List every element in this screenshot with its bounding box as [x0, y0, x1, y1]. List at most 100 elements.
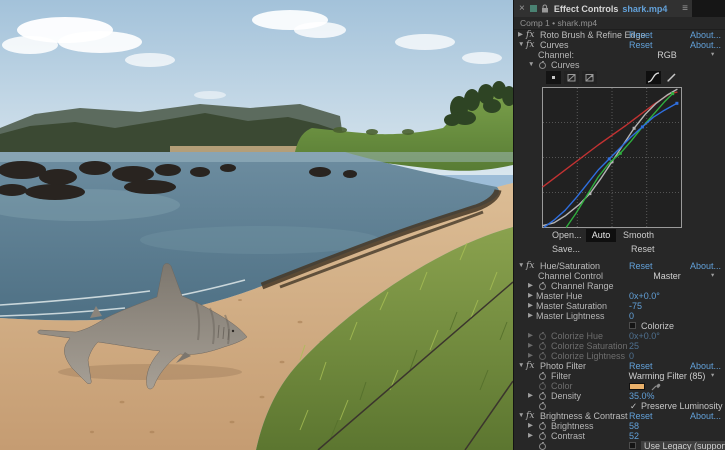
twirl-collapsed-icon: ▶ — [528, 331, 533, 341]
checkbox-label: Use Legacy (supports H — [641, 441, 725, 450]
chevron-down-icon[interactable]: ▾ — [711, 50, 714, 60]
twirl-collapsed-icon[interactable]: ▶ — [528, 291, 533, 301]
effect-name: Curves — [540, 40, 569, 50]
property-value[interactable]: 0 — [629, 311, 634, 321]
curve-point-blue[interactable] — [608, 157, 611, 160]
twirl-collapsed-icon[interactable]: ▶ — [528, 431, 533, 441]
curve-point-rgb[interactable] — [633, 127, 636, 130]
property-value[interactable]: 0x+0.0° — [629, 291, 660, 301]
property-name: Contrast — [551, 431, 585, 441]
property-value: 25 — [629, 341, 639, 351]
channel-range-row: ▶ Channel Range — [514, 281, 725, 291]
stopwatch-icon[interactable] — [539, 393, 546, 400]
curves-buttons-row1: Open... Auto Smooth — [514, 229, 725, 243]
curve-point-green[interactable] — [619, 152, 622, 155]
twirl-expanded-icon[interactable]: ▼ — [518, 411, 524, 421]
stopwatch-icon[interactable] — [539, 423, 546, 430]
panel-menu-icon[interactable]: ≡ — [682, 3, 688, 14]
property-name: Master Hue — [536, 291, 583, 301]
about-link[interactable]: About... — [690, 30, 721, 40]
property-value[interactable]: 58 — [629, 421, 639, 431]
reset-link[interactable]: Reset — [629, 30, 653, 40]
smooth-button[interactable]: Smooth — [623, 229, 654, 242]
colorize-checkbox[interactable] — [629, 322, 636, 329]
twirl-expanded-icon[interactable]: ▼ — [528, 60, 534, 70]
close-panel-icon[interactable]: × — [519, 4, 525, 14]
channel-dropdown[interactable]: RGB — [625, 50, 709, 60]
stopwatch-icon[interactable] — [539, 433, 546, 440]
filter-row: Filter Warming Filter (85) ▾ — [514, 371, 725, 381]
property-name: Brightness — [551, 421, 594, 431]
about-link[interactable]: About... — [690, 40, 721, 50]
curves-channel-row: Channel: RGB ▾ — [514, 50, 725, 60]
property-value[interactable]: 52 — [629, 431, 639, 441]
fx-badge-icon[interactable]: fx — [526, 361, 534, 371]
curve-point-blue[interactable] — [641, 125, 644, 128]
app-window: × Effect Controls shark.mp4 ≡ Comp 1 • s… — [0, 0, 725, 450]
curve-point-blue[interactable] — [675, 102, 678, 105]
fx-badge-icon[interactable]: fx — [526, 30, 534, 40]
curve-point-green[interactable] — [671, 92, 674, 95]
effect-controls-tab[interactable]: × Effect Controls shark.mp4 ≡ — [514, 0, 692, 17]
effect-name: Brightness & Contrast — [540, 411, 628, 421]
fx-badge-icon[interactable]: fx — [526, 40, 534, 50]
effect-row-roto-brush: ▶ fx Roto Brush & Refine Edge Reset Abou… — [514, 30, 725, 40]
auto-button[interactable]: Auto — [586, 229, 616, 242]
effect-row-hue-saturation: ▼ fx Hue/Saturation Reset About... — [514, 261, 725, 271]
effect-row-curves: ▼ fx Curves Reset About... — [514, 40, 725, 50]
lock-icon[interactable] — [541, 4, 549, 13]
property-name: Density — [551, 391, 581, 401]
chevron-down-icon[interactable]: ▾ — [711, 271, 714, 281]
twirl-collapsed-icon[interactable]: ▶ — [528, 311, 533, 321]
save-button[interactable]: Save... — [552, 243, 580, 256]
property-value[interactable]: -75 — [629, 301, 642, 311]
reset-link[interactable]: Reset — [629, 411, 653, 421]
property-name: Colorize Lightness — [551, 351, 625, 361]
reset-link[interactable]: Reset — [629, 40, 653, 50]
stopwatch-icon[interactable] — [539, 403, 546, 410]
stopwatch-icon[interactable] — [539, 62, 546, 69]
filter-dropdown[interactable]: Warming Filter (85) — [625, 371, 709, 381]
fx-badge-icon[interactable]: fx — [526, 411, 534, 421]
reset-link[interactable]: Reset — [629, 361, 653, 371]
colorize-lightness-row: ▶ Colorize Lightness 0 — [514, 351, 725, 361]
checkbox-label: Colorize — [641, 321, 674, 331]
curves-graph[interactable] — [542, 87, 682, 228]
hills — [0, 104, 345, 160]
stopwatch-icon[interactable] — [539, 373, 546, 380]
channel-control-dropdown[interactable]: Master — [625, 271, 709, 281]
twirl-collapsed-icon[interactable]: ▶ — [528, 301, 533, 311]
composition-viewer[interactable] — [0, 0, 513, 450]
use-legacy-checkbox[interactable] — [629, 442, 636, 449]
chevron-down-icon[interactable]: ▾ — [711, 371, 714, 381]
stopwatch-icon[interactable] — [539, 283, 546, 290]
about-link[interactable]: About... — [690, 261, 721, 271]
twirl-expanded-icon[interactable]: ▼ — [518, 40, 524, 50]
twirl-collapsed-icon[interactable]: ▶ — [528, 281, 533, 291]
colorize-row: Colorize — [514, 321, 725, 331]
use-legacy-row: Use Legacy (supports H — [514, 441, 725, 450]
reset-link[interactable]: Reset — [629, 261, 653, 271]
stopwatch-icon[interactable] — [539, 443, 546, 450]
property-value[interactable]: 35.0% — [629, 391, 655, 401]
twirl-expanded-icon[interactable]: ▼ — [518, 261, 524, 271]
effect-name: Hue/Saturation — [540, 261, 600, 271]
property-name: Colorize Hue — [551, 331, 603, 341]
color-row: Color — [514, 381, 725, 391]
twirl-collapsed-icon[interactable]: ▶ — [528, 391, 533, 401]
breadcrumb: Comp 1 • shark.mp4 — [514, 17, 725, 30]
effect-row-photo-filter: ▼ fx Photo Filter Reset About... — [514, 361, 725, 371]
stopwatch-icon — [539, 343, 546, 350]
open-button[interactable]: Open... — [552, 229, 582, 242]
density-row: ▶ Density 35.0% — [514, 391, 725, 401]
photo-color-swatch[interactable] — [629, 383, 645, 390]
twirl-collapsed-icon[interactable]: ▶ — [528, 421, 533, 431]
twirl-expanded-icon[interactable]: ▼ — [518, 361, 524, 371]
property-name: Colorize Saturation — [551, 341, 628, 351]
reset-button[interactable]: Reset — [631, 243, 655, 256]
about-link[interactable]: About... — [690, 361, 721, 371]
fx-badge-icon[interactable]: fx — [526, 261, 534, 271]
twirl-collapsed-icon[interactable]: ▶ — [518, 30, 523, 40]
checkmark-icon[interactable]: ✓ — [630, 401, 637, 411]
about-link[interactable]: About... — [690, 411, 721, 421]
